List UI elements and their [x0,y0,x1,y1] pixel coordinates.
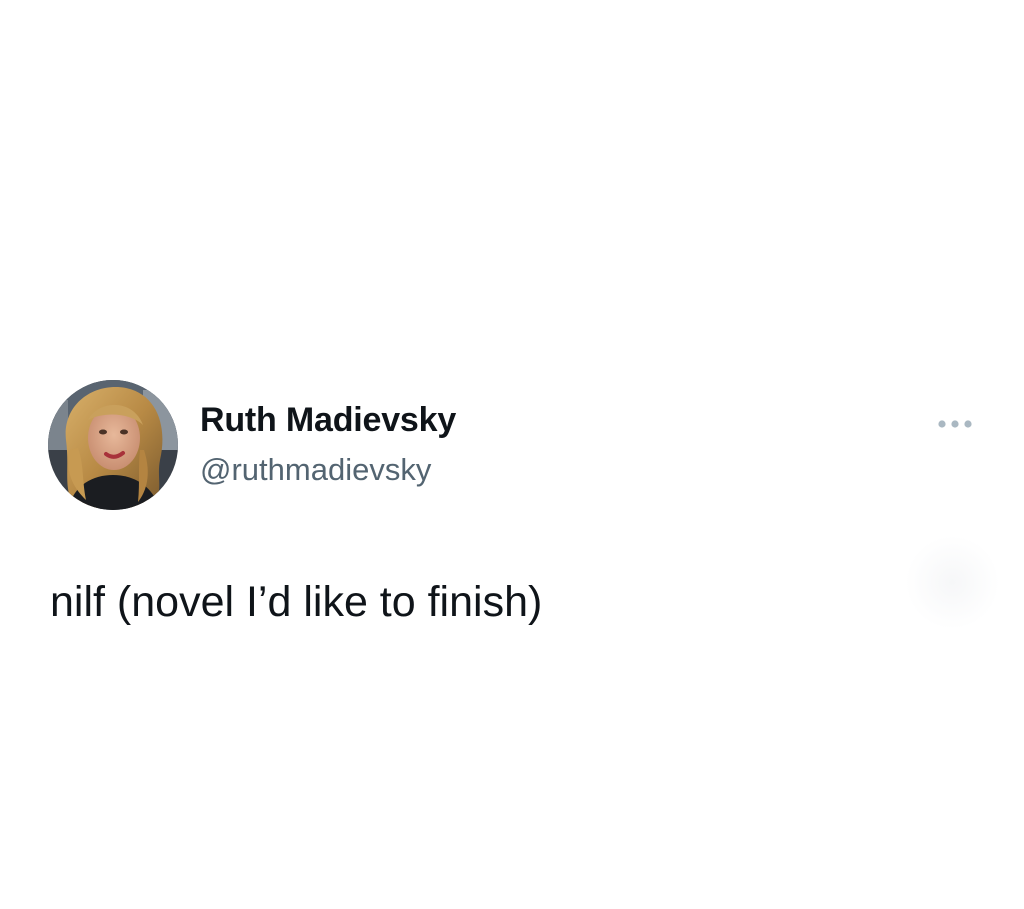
ellipsis-icon [938,420,972,428]
profile-photo-icon [48,380,178,510]
tweet-card: Ruth Madievsky @ruthmadievsky nilf (nove… [0,0,1024,909]
background-smudge [905,535,1000,630]
more-options-button[interactable] [934,412,976,436]
avatar[interactable] [48,380,178,510]
tweet-text: nilf (novel I’d like to finish) [50,578,543,626]
author-handle[interactable]: @ruthmadievsky [200,452,431,488]
author-display-name[interactable]: Ruth Madievsky [200,401,456,440]
